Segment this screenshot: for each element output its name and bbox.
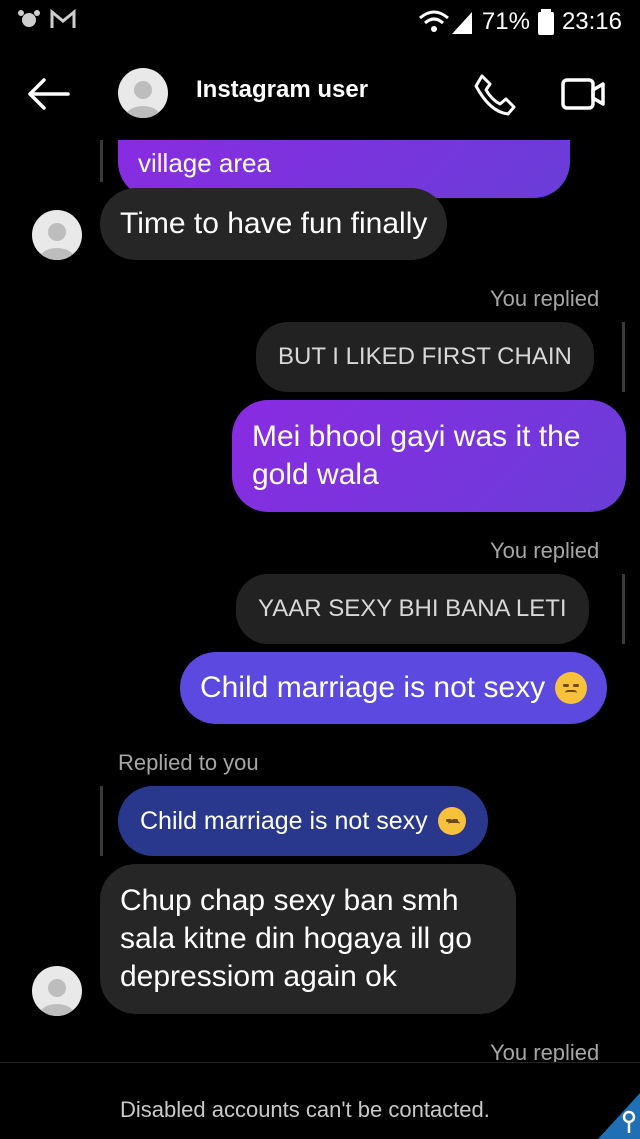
chat-header: Instagram user — [0, 54, 640, 138]
battery-percent: 71% — [481, 8, 530, 35]
video-call-icon[interactable] — [560, 74, 606, 114]
sender-avatar[interactable] — [32, 210, 82, 260]
status-left-icons — [16, 8, 76, 30]
notification-app-icon — [18, 10, 40, 27]
message-text-line: Chup chap sexy ban smh — [120, 884, 459, 917]
back-arrow-icon[interactable] — [26, 76, 72, 112]
message-text: Child marriage is not sexy — [200, 671, 546, 704]
replied-quote-bubble[interactable]: YAAR SEXY BHI BANA LETI — [236, 574, 589, 644]
quoted-text: Child marriage is not sexy — [140, 807, 428, 835]
wifi-signal-icon — [418, 10, 472, 34]
contact-name[interactable]: Instagram user — [196, 76, 368, 104]
quoted-text: BUT I LIKED FIRST CHAIN — [278, 343, 572, 370]
replied-quote-bubble[interactable]: BUT I LIKED FIRST CHAIN — [256, 322, 594, 392]
message-bubble-incoming[interactable]: Time to have fun finally — [100, 188, 448, 260]
pensive-face-emoji-icon — [437, 807, 466, 835]
disabled-notice: Disabled accounts can't be contacted. — [120, 1097, 490, 1122]
reply-quote-line — [622, 322, 625, 392]
message-text-line: gold wala — [252, 458, 379, 491]
disabled-account-footer: Disabled accounts can't be contacted. — [0, 1062, 640, 1139]
quoted-text: YAAR SEXY BHI BANA LETI — [258, 595, 567, 622]
battery-icon — [537, 9, 554, 35]
you-replied-label: You replied — [490, 538, 600, 563]
message-text-line: sala kitne din hogaya ill go — [120, 922, 472, 955]
status-right: 71% 23:16 — [418, 8, 622, 36]
status-bar: 71% 23:16 — [0, 0, 640, 44]
corner-key-icon — [598, 1093, 640, 1139]
reply-quote-line — [100, 786, 103, 856]
message-text-line: Mei bhool gayi was it the — [252, 420, 581, 453]
message-bubble-outgoing[interactable]: Mei bhool gayi was it the gold wala — [232, 400, 626, 512]
message-bubble-incoming[interactable]: Chup chap sexy ban smh sala kitne din ho… — [100, 864, 516, 1014]
message-text: village area — [138, 148, 271, 178]
message-text: Time to have fun finally — [120, 207, 428, 240]
message-bubble-outgoing[interactable]: Child marriage is not sexy — [180, 652, 608, 724]
replied-to-you-label: Replied to you — [118, 750, 259, 775]
reply-quote-line — [622, 574, 625, 644]
header-avatar[interactable] — [118, 68, 168, 118]
you-replied-label: You replied — [490, 286, 600, 311]
clock: 23:16 — [561, 8, 622, 35]
pensive-face-emoji-icon — [555, 672, 588, 704]
gmail-icon — [50, 8, 76, 28]
phone-call-icon[interactable] — [472, 72, 516, 116]
reply-quote-line — [100, 140, 103, 182]
message-text-line: depressiom again ok — [120, 960, 397, 993]
sender-avatar[interactable] — [32, 966, 82, 1016]
quoted-message-bubble[interactable]: Child marriage is not sexy — [118, 786, 488, 856]
